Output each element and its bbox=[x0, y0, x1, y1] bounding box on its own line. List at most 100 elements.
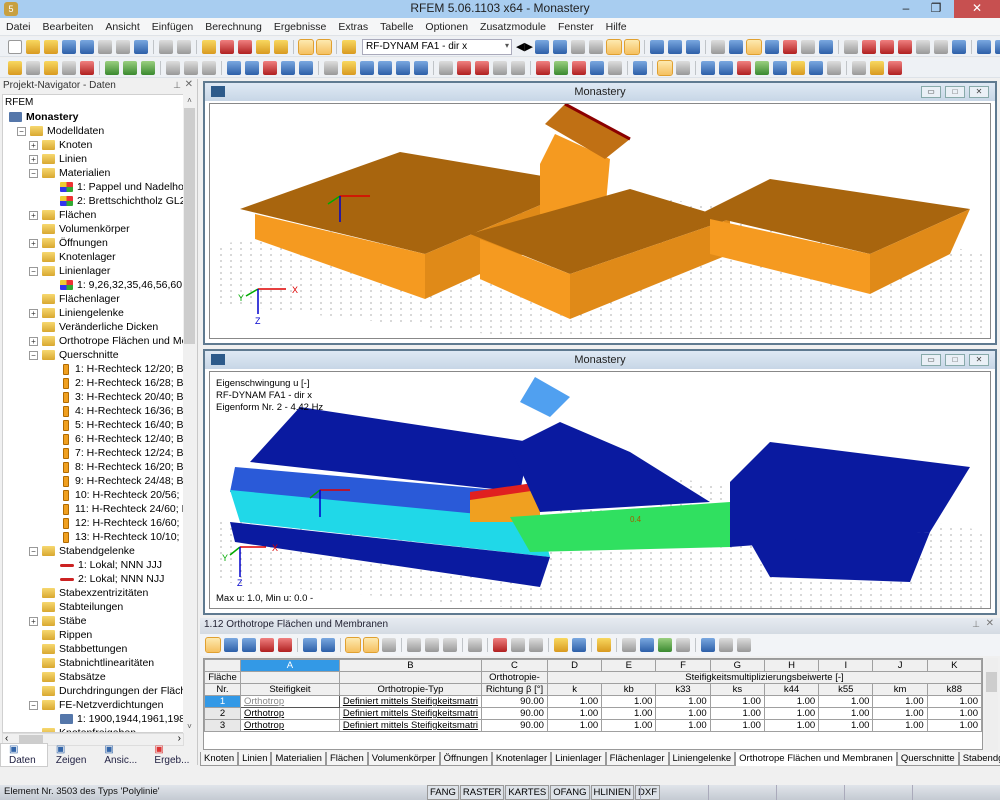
navigator-tab-daten[interactable]: ▣ Daten bbox=[0, 743, 48, 767]
toolbar-button-9[interactable] bbox=[159, 39, 173, 54]
menu-zusatzmodule[interactable]: Zusatzmodule bbox=[474, 18, 552, 33]
tree-item[interactable]: + Flächen bbox=[29, 208, 96, 222]
toolbar-button-15[interactable] bbox=[256, 39, 270, 54]
toolbar2-button-6[interactable] bbox=[105, 60, 119, 75]
cell-k44[interactable]: 1.00 bbox=[763, 695, 820, 708]
toolbar2-button-14[interactable] bbox=[227, 60, 241, 75]
tree-item[interactable]: − Materialien bbox=[29, 166, 110, 180]
toolbar2-button-31[interactable] bbox=[511, 60, 525, 75]
tree-item[interactable]: 8: H-Rechteck 16/20; Brettschichtholz bbox=[47, 460, 183, 474]
view-maximize-button[interactable]: □ bbox=[945, 86, 965, 98]
maximize-button[interactable]: ❐ bbox=[922, 0, 950, 18]
toolbar2-button-55[interactable] bbox=[888, 60, 902, 75]
column-letter-D[interactable]: D bbox=[546, 659, 603, 672]
sheet-tab[interactable]: Knotenlager bbox=[491, 752, 552, 766]
toolbar2-button-22[interactable] bbox=[360, 60, 374, 75]
table-tool-29[interactable] bbox=[640, 638, 654, 652]
tree-item[interactable]: Stabnichtlinearitäten bbox=[29, 656, 154, 670]
toolbar-button-42[interactable] bbox=[843, 39, 858, 54]
menu-bearbeiten[interactable]: Bearbeiten bbox=[37, 18, 100, 33]
tree-item[interactable]: 2: H-Rechteck 16/28; Brettschichtholz bbox=[47, 376, 183, 390]
toolbar2-button-7[interactable] bbox=[123, 60, 137, 75]
toolbar2-button-15[interactable] bbox=[245, 60, 259, 75]
toolbar-button-35[interactable] bbox=[728, 39, 743, 54]
cell-k55[interactable]: 1.00 bbox=[818, 719, 874, 732]
tree-item[interactable]: 11: H-Rechteck 24/60; Brettschichtholz bbox=[47, 502, 183, 516]
expand-icon[interactable]: + bbox=[29, 238, 38, 248]
toolbar2-button-53[interactable] bbox=[852, 60, 866, 75]
sheet-tab[interactable]: Flächen bbox=[325, 752, 368, 766]
column-letter-K[interactable]: K bbox=[926, 659, 982, 672]
toolbar-button-10[interactable] bbox=[177, 39, 191, 54]
sheet-tab[interactable]: Querschnitte bbox=[896, 752, 959, 766]
model-canvas[interactable]: X Y Z bbox=[209, 103, 991, 339]
toolbar-button-43[interactable] bbox=[861, 39, 876, 54]
table-tool-11[interactable] bbox=[382, 638, 396, 652]
tree-item[interactable]: + Knoten bbox=[29, 138, 92, 152]
scroll-thumb[interactable] bbox=[184, 108, 195, 344]
toolbar2-button-30[interactable] bbox=[493, 60, 507, 75]
table-tool-6[interactable] bbox=[303, 638, 317, 652]
tree-item[interactable]: Rippen bbox=[29, 628, 92, 642]
cell-k55[interactable]: 1.00 bbox=[818, 707, 874, 720]
sheet-tab[interactable]: Linien bbox=[238, 752, 272, 766]
tree-item[interactable]: 3: H-Rechteck 20/40; Brettschichtholz bbox=[47, 390, 183, 404]
collapse-icon[interactable]: − bbox=[29, 168, 38, 178]
toolbar2-button-44[interactable] bbox=[701, 60, 715, 75]
toolbar-button-6[interactable] bbox=[116, 39, 130, 54]
tree-item[interactable]: + Stäbe bbox=[29, 614, 86, 628]
toolbar2-button-41[interactable] bbox=[657, 59, 673, 76]
status-flag-kartes[interactable]: KARTES bbox=[505, 785, 550, 800]
toolbar2-button-29[interactable] bbox=[475, 60, 489, 75]
minimize-button[interactable]: – bbox=[892, 0, 920, 18]
toolbar2-button-28[interactable] bbox=[457, 60, 471, 75]
toolbar2-button-4[interactable] bbox=[80, 60, 94, 75]
menu-hilfe[interactable]: Hilfe bbox=[600, 18, 633, 33]
tree-item[interactable]: − Querschnitte bbox=[29, 348, 119, 362]
status-flag-raster[interactable]: RASTER bbox=[459, 785, 505, 800]
table-scroll-thumb[interactable] bbox=[986, 672, 997, 692]
tree-project[interactable]: Monastery bbox=[9, 110, 79, 124]
status-flag-ofang[interactable]: OFANG bbox=[550, 785, 590, 800]
toolbar-button-34[interactable] bbox=[710, 39, 725, 54]
toolbar-button-32[interactable] bbox=[685, 39, 700, 54]
tree-item[interactable]: 1: Lokal; NNN JJJ bbox=[47, 558, 162, 572]
cell-steifigkeit[interactable]: Orthotrop bbox=[239, 719, 340, 732]
cell-k[interactable]: 1.00 bbox=[546, 695, 603, 708]
toolbar2-button-8[interactable] bbox=[141, 60, 155, 75]
column-letter-H[interactable]: H bbox=[763, 659, 820, 672]
toolbar2-button-27[interactable] bbox=[439, 60, 453, 75]
collapse-icon[interactable]: − bbox=[17, 126, 26, 136]
table-tool-33[interactable] bbox=[701, 638, 715, 652]
toolbar2-button-11[interactable] bbox=[184, 60, 198, 75]
toolbar-button-48[interactable] bbox=[951, 39, 966, 54]
chevron-down-icon[interactable]: ▾ bbox=[505, 41, 509, 50]
toolbar-button-19[interactable] bbox=[316, 38, 332, 55]
toolbar-button-0[interactable] bbox=[8, 39, 22, 54]
toolbar2-button-16[interactable] bbox=[263, 60, 277, 75]
table-tool-35[interactable] bbox=[737, 638, 751, 652]
tree-item[interactable]: + Linien bbox=[29, 152, 87, 166]
cell-ks[interactable]: 1.00 bbox=[709, 707, 765, 720]
expand-icon[interactable]: + bbox=[29, 140, 38, 150]
table-tool-20[interactable] bbox=[511, 638, 525, 652]
expand-icon[interactable]: + bbox=[29, 210, 38, 220]
cell-ks[interactable]: 1.00 bbox=[709, 719, 765, 732]
cell-kb[interactable]: 1.00 bbox=[601, 719, 657, 732]
toolbar-button-36[interactable] bbox=[745, 38, 762, 55]
collapse-icon[interactable]: − bbox=[29, 350, 38, 360]
toolbar-button-30[interactable] bbox=[649, 39, 664, 54]
pin-icon[interactable]: ⊥ bbox=[173, 80, 181, 91]
view-minimize-button[interactable]: ▭ bbox=[921, 354, 941, 366]
tree-item[interactable]: Veränderliche Dicken bbox=[29, 320, 158, 334]
toolbar2-button-37[interactable] bbox=[608, 60, 622, 75]
table-tool-13[interactable] bbox=[407, 638, 421, 652]
table-tool-7[interactable] bbox=[321, 638, 335, 652]
collapse-icon[interactable]: − bbox=[29, 700, 38, 710]
toolbar-button-3[interactable] bbox=[62, 39, 76, 54]
toolbar-button-7[interactable] bbox=[134, 39, 148, 54]
toolbar2-button-3[interactable] bbox=[62, 60, 76, 75]
toolbar-button-28[interactable] bbox=[623, 38, 640, 55]
toolbar2-button-2[interactable] bbox=[44, 60, 58, 75]
pin-icon[interactable]: ⊥ bbox=[972, 619, 980, 630]
